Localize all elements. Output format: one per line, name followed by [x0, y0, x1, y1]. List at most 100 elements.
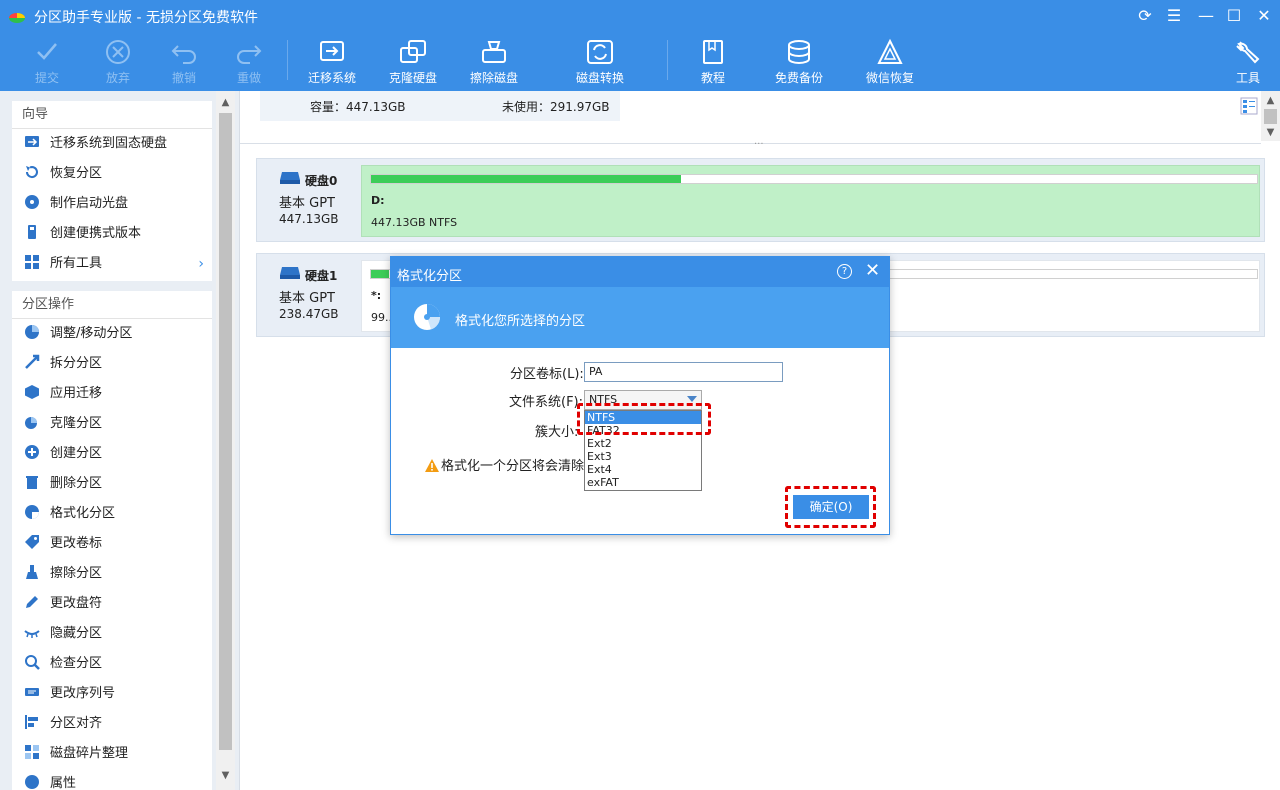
sidebar-item-delete-partition[interactable]: 删除分区 [12, 469, 212, 499]
usage-fill [371, 175, 682, 183]
main-scroll-thumb[interactable] [1264, 109, 1277, 124]
sidebar-item-change-serial[interactable]: 更改序列号 [12, 679, 212, 709]
fs-option-ext2[interactable]: Ext2 [585, 437, 701, 450]
sidebar-item-label: 更改卷标 [50, 536, 103, 551]
scroll-up-arrow-icon[interactable]: ▲ [1261, 91, 1280, 111]
partition-summary: 容量：447.13GB 未使用：291.97GB [260, 91, 620, 121]
sidebar-item-app-migrate[interactable]: 应用迁移 [12, 379, 212, 409]
wrench-icon [1236, 41, 1260, 64]
sidebar-item-label: 恢复分区 [50, 166, 103, 181]
redo-icon [237, 45, 262, 64]
redo-button[interactable]: 重做 [209, 38, 289, 88]
app-title: 分区助手专业版 - 无损分区免费软件 [34, 10, 258, 26]
refresh-icon[interactable]: ⟳ [1135, 6, 1155, 26]
fs-option-ext4[interactable]: Ext4 [585, 463, 701, 476]
cancel-icon [106, 40, 130, 64]
sidebar-item-change-letter[interactable]: 更改盘符 [12, 589, 212, 619]
disk-size: 238.47GB [279, 307, 339, 321]
minimize-button[interactable]: — [1196, 6, 1216, 26]
convert-disk-button[interactable]: 磁盘转换 [560, 38, 640, 88]
format-partition-dialog: 格式化分区 ? ✕ 格式化您所选择的分区 分区卷标(L): PA 文件系统(F)… [390, 256, 890, 535]
sidebar-item-recover-partition[interactable]: 恢复分区 [12, 159, 212, 189]
commit-button[interactable]: 提交 [7, 38, 87, 88]
grid-icon [25, 255, 39, 269]
migrate-os-button[interactable]: 迁移系统 [292, 38, 372, 88]
wipe-disk-button[interactable]: 擦除磁盘 [454, 38, 534, 88]
fs-option-ext3[interactable]: Ext3 [585, 450, 701, 463]
sidebar-item-label: 格式化分区 [50, 506, 116, 521]
close-window-button[interactable]: ✕ [1254, 6, 1274, 26]
clone-disk-icon [400, 40, 426, 63]
defrag-icon [25, 745, 39, 759]
format-disk-icon [414, 304, 441, 330]
operations-header: 分区操作 [12, 291, 212, 319]
tutorial-button[interactable]: 教程 [673, 38, 753, 88]
pane-splitter[interactable]: ··· [240, 139, 1261, 150]
top-bar: 分区助手专业版 - 无损分区免费软件 ⟳ ☰ — ☐ ✕ 提交 放弃 撤销 重做… [0, 0, 1280, 91]
tools-button[interactable]: 工具 [1208, 38, 1280, 88]
menu-icon[interactable]: ☰ [1164, 6, 1184, 26]
sidebar-item-boot-disc[interactable]: 制作启动光盘 [12, 189, 212, 219]
warning-text: 格式化一个分区将会清除这 [441, 459, 598, 474]
properties-icon [25, 775, 39, 789]
sidebar-item-change-label[interactable]: 更改卷标 [12, 529, 212, 559]
free-backup-button[interactable]: 免费备份 [759, 38, 839, 88]
convert-disk-icon [587, 40, 613, 64]
pencil-icon [26, 596, 38, 608]
wipe-disk-icon [482, 41, 506, 63]
sidebar-item-split[interactable]: 拆分分区 [12, 349, 212, 379]
sidebar-scrollbar[interactable]: ▲ ▼ [216, 91, 235, 790]
sidebar-item-properties[interactable]: 属性 [12, 769, 212, 790]
fs-option-exfat[interactable]: exFAT [585, 476, 701, 489]
sidebar-item-wipe-partition[interactable]: 擦除分区 [12, 559, 212, 589]
wechat-recovery-icon [877, 38, 903, 64]
disk-type: 基本 GPT [279, 291, 335, 306]
usage-bar [370, 174, 1258, 184]
brush-icon [26, 565, 38, 579]
disk-row[interactable]: 硬盘0 基本 GPT 447.13GB D: 447.13GB NTFS [256, 158, 1265, 242]
sidebar-item-check-partition[interactable]: 检查分区 [12, 649, 212, 679]
clone-disk-label: 克隆硬盘 [388, 71, 437, 85]
format-warning: 格式化一个分区将会清除这 [425, 455, 597, 474]
partition-label: D: [371, 194, 385, 207]
sidebar-item-defrag[interactable]: 磁盘碎片整理 [12, 739, 212, 769]
sidebar-item-migrate-ssd[interactable]: 迁移系统到固态硬盘 [12, 129, 212, 159]
main-scrollbar[interactable]: ▲ ▼ [1261, 91, 1280, 141]
volume-label-input[interactable]: PA [584, 362, 783, 382]
sidebar-item-label: 删除分区 [50, 476, 103, 491]
commit-label: 提交 [34, 71, 59, 85]
toolbar-divider [667, 40, 668, 80]
dropdown-arrow-icon [687, 396, 697, 402]
partition-block[interactable]: D: 447.13GB NTFS [361, 165, 1260, 237]
sidebar-item-label: 克隆分区 [50, 416, 103, 431]
scroll-down-arrow-icon[interactable]: ▼ [216, 766, 235, 786]
sidebar-item-portable[interactable]: 创建便携式版本 [12, 219, 212, 249]
resize-icon [25, 325, 39, 339]
scroll-up-arrow-icon[interactable]: ▲ [216, 93, 235, 113]
sidebar-item-create-partition[interactable]: 创建分区 [12, 439, 212, 469]
sidebar-item-align-partition[interactable]: 分区对齐 [12, 709, 212, 739]
sidebar-item-format-partition[interactable]: 格式化分区 [12, 499, 212, 529]
volume-label-caption: 分区卷标(L): [510, 367, 584, 382]
warning-icon [425, 458, 439, 472]
sidebar-item-hide-partition[interactable]: 隐藏分区 [12, 619, 212, 649]
sidebar-item-label: 擦除分区 [50, 566, 103, 581]
help-icon[interactable]: ? [837, 264, 852, 279]
sidebar-item-label: 应用迁移 [50, 386, 103, 401]
sidebar-item-clone-partition[interactable]: 克隆分区 [12, 409, 212, 439]
clone-disk-button[interactable]: 克隆硬盘 [373, 38, 453, 88]
sidebar-item-resize-move[interactable]: 调整/移动分区 [12, 319, 212, 349]
sidebar-scroll-thumb[interactable] [219, 113, 232, 750]
close-icon[interactable]: ✕ [865, 261, 880, 281]
redo-label: 重做 [236, 71, 261, 85]
scroll-down-arrow-icon[interactable]: ▼ [1261, 123, 1280, 143]
hard-disk-icon [280, 172, 300, 184]
wipe-disk-label: 擦除磁盘 [469, 71, 518, 85]
sidebar-item-all-tools[interactable]: 所有工具 › [12, 249, 212, 279]
maximize-button[interactable]: ☐ [1224, 6, 1244, 26]
magnifier-icon [25, 655, 40, 670]
app-logo-icon [9, 13, 25, 23]
wechat-recovery-button[interactable]: 微信恢复 [850, 38, 930, 88]
dialog-title-bar: 格式化分区 ? ✕ [391, 257, 889, 287]
view-toggle-icon[interactable] [1240, 97, 1258, 115]
